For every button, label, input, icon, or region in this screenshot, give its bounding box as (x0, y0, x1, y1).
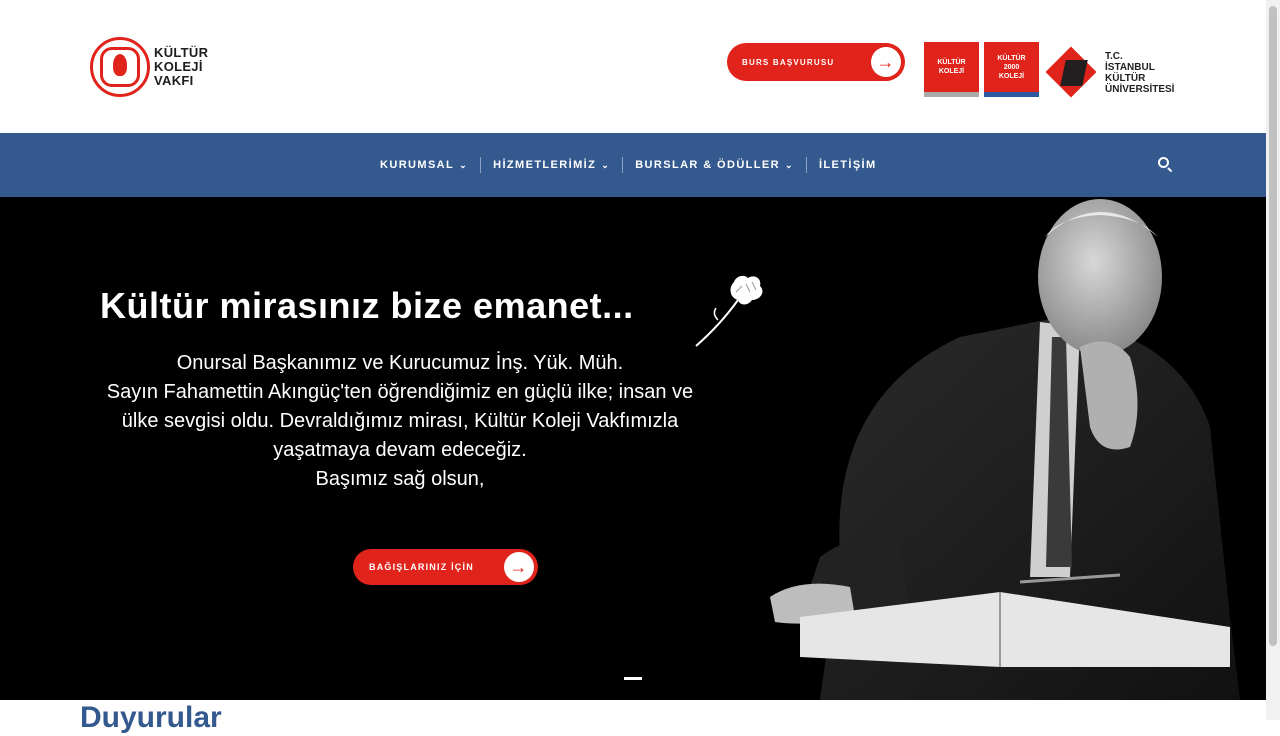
chevron-down-icon: ⌄ (784, 159, 794, 170)
badge-line: KÜLTÜR (937, 59, 966, 66)
hero-line: ülke sevgisi oldu. Devraldığımız mirası,… (121, 410, 679, 432)
logo-emblem-icon (90, 37, 150, 97)
logo-line: KOLEJİ (154, 59, 203, 74)
nav-item-kurumsal[interactable]: KURUMSAL ⌄ (368, 159, 480, 171)
hero-line: Sayın Fahamettin Akıngüç'ten öğrendiğimi… (106, 381, 694, 403)
hero-title: Kültür mirasınız bize emanet... (100, 285, 634, 326)
slider-indicator[interactable] (624, 677, 642, 680)
iku-line: İSTANBUL (1105, 62, 1155, 73)
scrollbar-thumb[interactable] (1269, 6, 1277, 646)
hero-line: Başımız sağ olsun, (315, 468, 485, 490)
nav-item-burslar-oduller[interactable]: BURSLAR & ÖDÜLLER ⌄ (623, 159, 806, 171)
arrow-right-icon: → (504, 552, 534, 582)
hero-message: Onursal Başkanımız ve Kurucumuz İnş. Yük… (60, 349, 740, 494)
logo-text: KÜLTÜR KOLEJİ VAKFI (154, 46, 208, 88)
nav-item-hizmetlerimiz[interactable]: HİZMETLERİMİZ ⌄ (481, 159, 622, 171)
burs-basvurusu-label: BURS BAŞVURUSU (742, 57, 835, 67)
badge-line: 2000 (1003, 63, 1020, 71)
istanbul-kultur-universitesi-logo[interactable]: T.C. İSTANBUL KÜLTÜR ÜNİVERSİTESİ (1045, 46, 1174, 100)
iku-line: KÜLTÜR (1105, 73, 1146, 84)
announcements-heading: Duyurular (80, 701, 222, 734)
badge-line: KÜLTÜR (997, 54, 1026, 62)
iku-line: ÜNİVERSİTESİ (1105, 84, 1175, 95)
chevron-down-icon: ⌄ (459, 159, 469, 170)
search-icon[interactable] (1158, 157, 1174, 173)
kultur-koleji-vakfi-logo[interactable]: KÜLTÜR KOLEJİ VAKFI (90, 37, 208, 97)
page-scrollbar[interactable] (1266, 0, 1280, 720)
hero-line: yaşatmaya devam edeceğiz. (273, 439, 527, 461)
founder-portrait-image (770, 199, 1240, 700)
burs-basvurusu-button[interactable]: BURS BAŞVURUSU → (727, 43, 905, 81)
main-navigation: KURUMSAL ⌄ HİZMETLERİMİZ ⌄ BURSLAR & ÖDÜ… (0, 133, 1266, 197)
nav-item-label: KURUMSAL (380, 159, 455, 171)
nav-item-label: HİZMETLERİMİZ (493, 159, 597, 171)
donate-label: BAĞIŞLARINIZ İÇİN (369, 562, 474, 572)
hero-line: Onursal Başkanımız ve Kurucumuz İnş. Yük… (176, 352, 624, 374)
logo-line: KÜLTÜR (154, 45, 209, 60)
kultur-2000-koleji-badge[interactable]: KÜLTÜR 2000 KOLEJİ (984, 42, 1039, 97)
nav-item-iletisim[interactable]: İLETİŞİM (807, 159, 889, 171)
nav-item-label: İLETİŞİM (818, 159, 877, 171)
nav-item-label: BURSLAR & ÖDÜLLER (635, 159, 780, 171)
chevron-down-icon: ⌄ (601, 159, 611, 170)
iku-emblem-icon (1045, 46, 1099, 100)
iku-text: T.C. İSTANBUL KÜLTÜR ÜNİVERSİTESİ (1105, 51, 1174, 95)
logo-line: VAKFI (154, 73, 194, 88)
hero-slider: Kültür mirasınız bize emanet... Onursal … (0, 197, 1266, 700)
badge-line: KOLEJİ (938, 68, 965, 75)
bagislariniz-icin-button[interactable]: BAĞIŞLARINIZ İÇİN → (353, 549, 538, 585)
carnation-flower-icon (695, 275, 763, 347)
badge-line: KOLEJİ (998, 72, 1025, 80)
arrow-right-icon: → (871, 47, 901, 77)
kultur-koleji-badge[interactable]: KÜLTÜR KOLEJİ (924, 42, 979, 97)
site-header: KÜLTÜR KOLEJİ VAKFI BURS BAŞVURUSU → KÜL… (0, 0, 1266, 133)
iku-line: T.C. (1105, 51, 1123, 62)
